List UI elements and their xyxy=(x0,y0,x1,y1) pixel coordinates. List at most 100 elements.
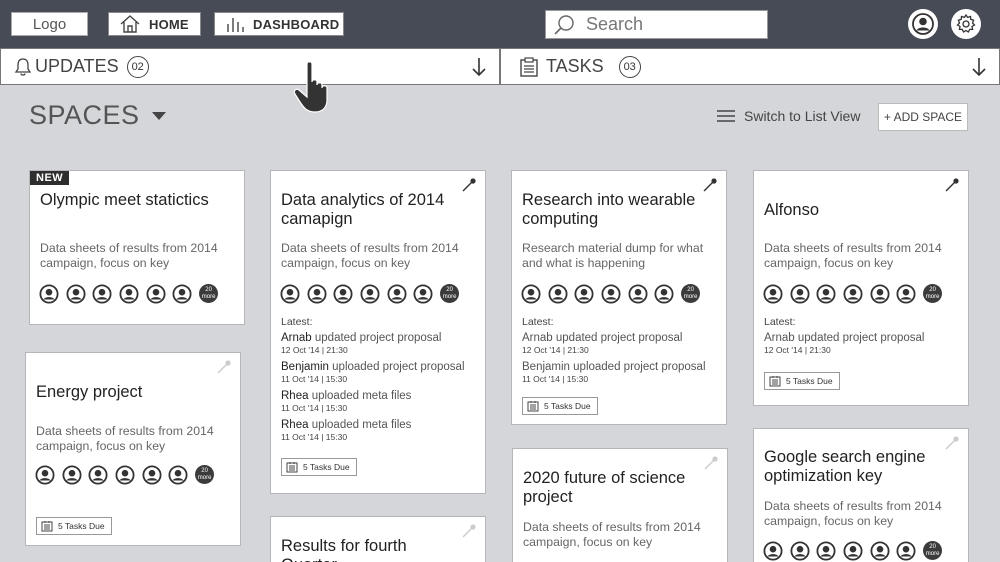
card-description: Research material dump for what and what… xyxy=(522,241,704,270)
updates-label: UPDATES xyxy=(35,56,119,76)
space-card[interactable]: Results for fourth Quarter xyxy=(270,516,486,562)
user-avatar-icon xyxy=(763,284,783,304)
card-title: Research into wearable computing xyxy=(522,191,696,228)
activity-action: updated project proposal xyxy=(552,332,683,344)
space-card[interactable]: Research into wearable computing Researc… xyxy=(511,170,727,425)
user-avatar-icon xyxy=(168,465,188,485)
activity-time: 11 Oct '14 | 15:30 xyxy=(281,432,348,442)
user-avatar-icon xyxy=(843,284,863,304)
latest-heading: Latest: xyxy=(522,316,554,328)
tasks-due-label: 5 Tasks Due xyxy=(303,462,350,472)
dashboard-button[interactable]: DASHBOARD xyxy=(214,12,344,36)
logo[interactable]: Logo xyxy=(11,12,88,36)
pin-icon[interactable] xyxy=(216,359,232,375)
spaces-title: SPACES xyxy=(29,100,140,130)
activity-time: 11 Oct '14 | 15:30 xyxy=(281,374,348,384)
activity-time: 12 Oct '14 | 21:30 xyxy=(764,345,831,355)
more-members-badge[interactable]: 20 more xyxy=(923,284,943,303)
activity-text: Rhea uploaded meta files xyxy=(281,418,477,432)
tasks-label: TASKS xyxy=(546,56,604,76)
pin-icon[interactable] xyxy=(703,455,719,471)
user-avatar-icon xyxy=(574,284,594,304)
user-avatar-icon xyxy=(66,284,86,304)
home-icon xyxy=(120,15,140,33)
activity-user: Arnab xyxy=(522,332,553,344)
home-button[interactable]: HOME xyxy=(108,12,201,36)
tasks-due-label: 5 Tasks Due xyxy=(786,376,833,386)
activity-text: Rhea uploaded meta files xyxy=(281,389,477,403)
user-avatar-icon xyxy=(896,284,916,304)
activity-text: Arnab updated project proposal xyxy=(764,331,960,345)
pin-icon[interactable] xyxy=(944,435,960,451)
calendar-icon xyxy=(769,376,781,387)
latest-activity: Latest: Arnab updated project proposal 1… xyxy=(281,316,477,447)
space-card[interactable]: NEW Olympic meet statictics Data sheets … xyxy=(29,170,245,325)
card-title: Data analytics of 2014 camapign xyxy=(281,191,445,228)
user-account-icon xyxy=(912,13,934,35)
member-avatars: 20 more xyxy=(39,284,219,304)
user-avatar-icon xyxy=(333,284,353,304)
space-card[interactable]: Google search engine optimization key Da… xyxy=(753,428,969,562)
activity-time: 11 Oct '14 | 15:30 xyxy=(281,403,348,413)
activity-text: Arnab updated project proposal xyxy=(522,331,718,345)
card-description: Data sheets of results from 2014 campaig… xyxy=(281,241,459,270)
activity-text: Benjamin uploaded project proposal xyxy=(281,360,477,374)
updates-strip[interactable]: UPDATES 02 xyxy=(0,48,500,85)
activity-text: Arnab updated project proposal xyxy=(281,331,477,345)
card-description: Data sheets of results from 2014 campaig… xyxy=(40,241,218,270)
search-input[interactable] xyxy=(586,14,756,35)
space-card[interactable]: 2020 future of science project Data shee… xyxy=(512,448,728,562)
latest-heading: Latest: xyxy=(764,316,796,328)
activity-action: uploaded meta files xyxy=(308,419,412,431)
tasks-due-button[interactable]: 5 Tasks Due xyxy=(281,458,357,476)
new-badge: NEW xyxy=(30,171,70,185)
bell-icon xyxy=(14,57,32,76)
activity-item: Arnab updated project proposal 12 Oct '1… xyxy=(764,331,960,355)
pin-icon[interactable] xyxy=(461,177,477,193)
user-avatar-icon xyxy=(654,284,674,304)
more-members-badge[interactable]: 20 more xyxy=(195,465,215,484)
user-avatar-icon xyxy=(548,284,568,304)
user-account-button[interactable] xyxy=(908,9,938,39)
space-card[interactable]: Energy project Data sheets of results fr… xyxy=(25,352,241,546)
calendar-icon xyxy=(41,521,53,532)
card-title: Energy project xyxy=(36,383,143,401)
pin-icon[interactable] xyxy=(702,177,718,193)
user-avatar-icon xyxy=(413,284,433,304)
activity-action: uploaded project proposal xyxy=(569,361,706,373)
user-avatar-icon xyxy=(115,465,135,485)
tasks-strip[interactable]: TASKS 03 xyxy=(500,48,1000,85)
search-box[interactable] xyxy=(545,10,768,39)
space-card[interactable]: Alfonso Data sheets of results from 2014… xyxy=(753,170,969,406)
card-description: Data sheets of results from 2014 campaig… xyxy=(764,241,942,270)
member-avatars: 20 more xyxy=(763,284,943,304)
activity-user: Arnab xyxy=(764,332,795,344)
settings-button[interactable] xyxy=(951,9,981,39)
more-members-badge[interactable]: 20 more xyxy=(681,284,701,303)
space-card[interactable]: Data analytics of 2014 camapign Data she… xyxy=(270,170,486,494)
add-space-button[interactable]: + ADD SPACE xyxy=(878,103,968,131)
spaces-dropdown-caret-icon[interactable] xyxy=(152,112,166,120)
tasks-due-button[interactable]: 5 Tasks Due xyxy=(36,517,112,535)
activity-item: Benjamin uploaded project proposal 11 Oc… xyxy=(281,360,477,384)
arrow-down-icon[interactable] xyxy=(471,56,487,78)
pin-icon[interactable] xyxy=(944,177,960,193)
user-avatar-icon xyxy=(816,284,836,304)
tasks-due-label: 5 Tasks Due xyxy=(544,401,591,411)
switch-to-list-view-button[interactable]: Switch to List View xyxy=(717,108,860,124)
more-members-badge[interactable]: 20 more xyxy=(199,284,219,303)
arrow-down-icon[interactable] xyxy=(971,56,987,78)
tasks-due-button[interactable]: 5 Tasks Due xyxy=(764,372,840,390)
more-members-badge[interactable]: 20 more xyxy=(440,284,460,303)
user-avatar-icon xyxy=(816,541,836,561)
user-avatar-icon xyxy=(142,465,162,485)
settings-gear-icon xyxy=(956,13,976,33)
dashboard-icon xyxy=(227,18,244,32)
card-description: Data sheets of results from 2014 campaig… xyxy=(523,520,701,549)
activity-time: 12 Oct '14 | 21:30 xyxy=(522,345,589,355)
tasks-due-button[interactable]: 5 Tasks Due xyxy=(522,397,598,415)
pin-icon[interactable] xyxy=(461,523,477,539)
more-members-badge[interactable]: 20 more xyxy=(923,541,943,560)
hand-cursor-icon xyxy=(293,61,328,113)
activity-user: Arnab xyxy=(281,332,312,344)
